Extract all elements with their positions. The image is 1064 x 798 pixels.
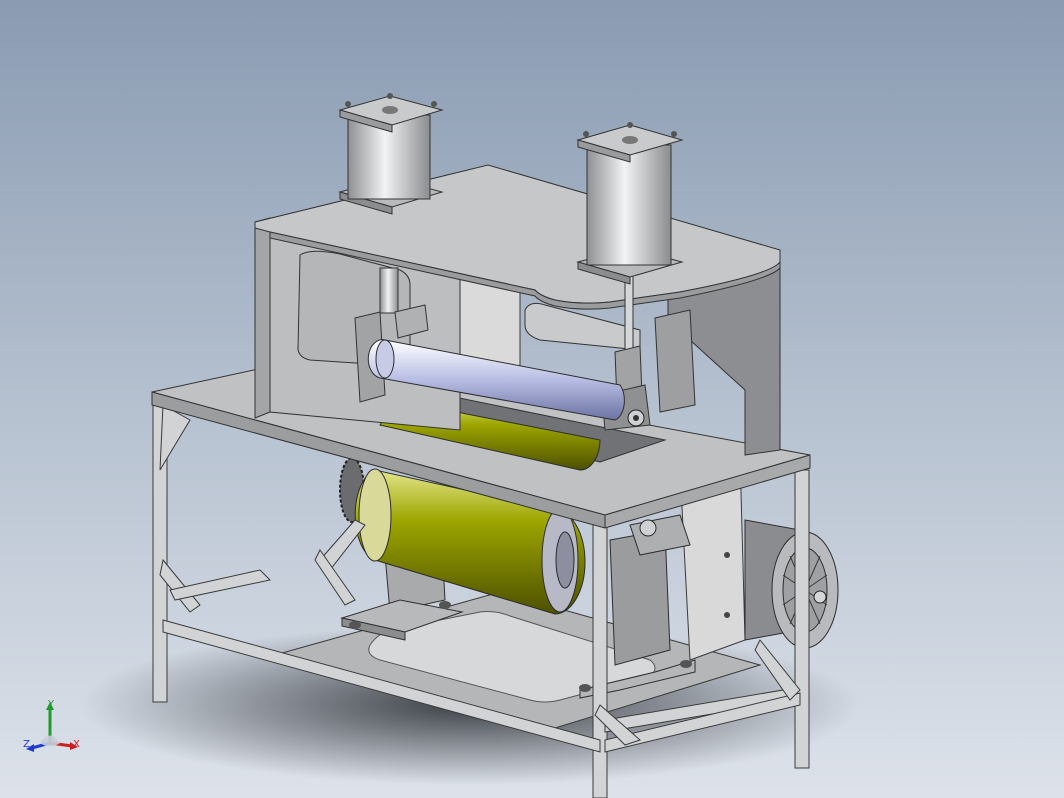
axis-triad: X Y Z: [18, 698, 88, 760]
pneumatic-cylinder-left[interactable]: [338, 93, 444, 215]
pneumatic-cylinder-right[interactable]: [576, 122, 684, 285]
machine-model[interactable]: [0, 0, 1064, 798]
axis-z-label: Z: [23, 739, 30, 750]
axis-y-label: Y: [48, 699, 55, 710]
drive-motor[interactable]: [744, 519, 839, 649]
cad-viewport[interactable]: X Y Z: [0, 0, 1064, 798]
axis-x-label: X: [73, 739, 80, 750]
